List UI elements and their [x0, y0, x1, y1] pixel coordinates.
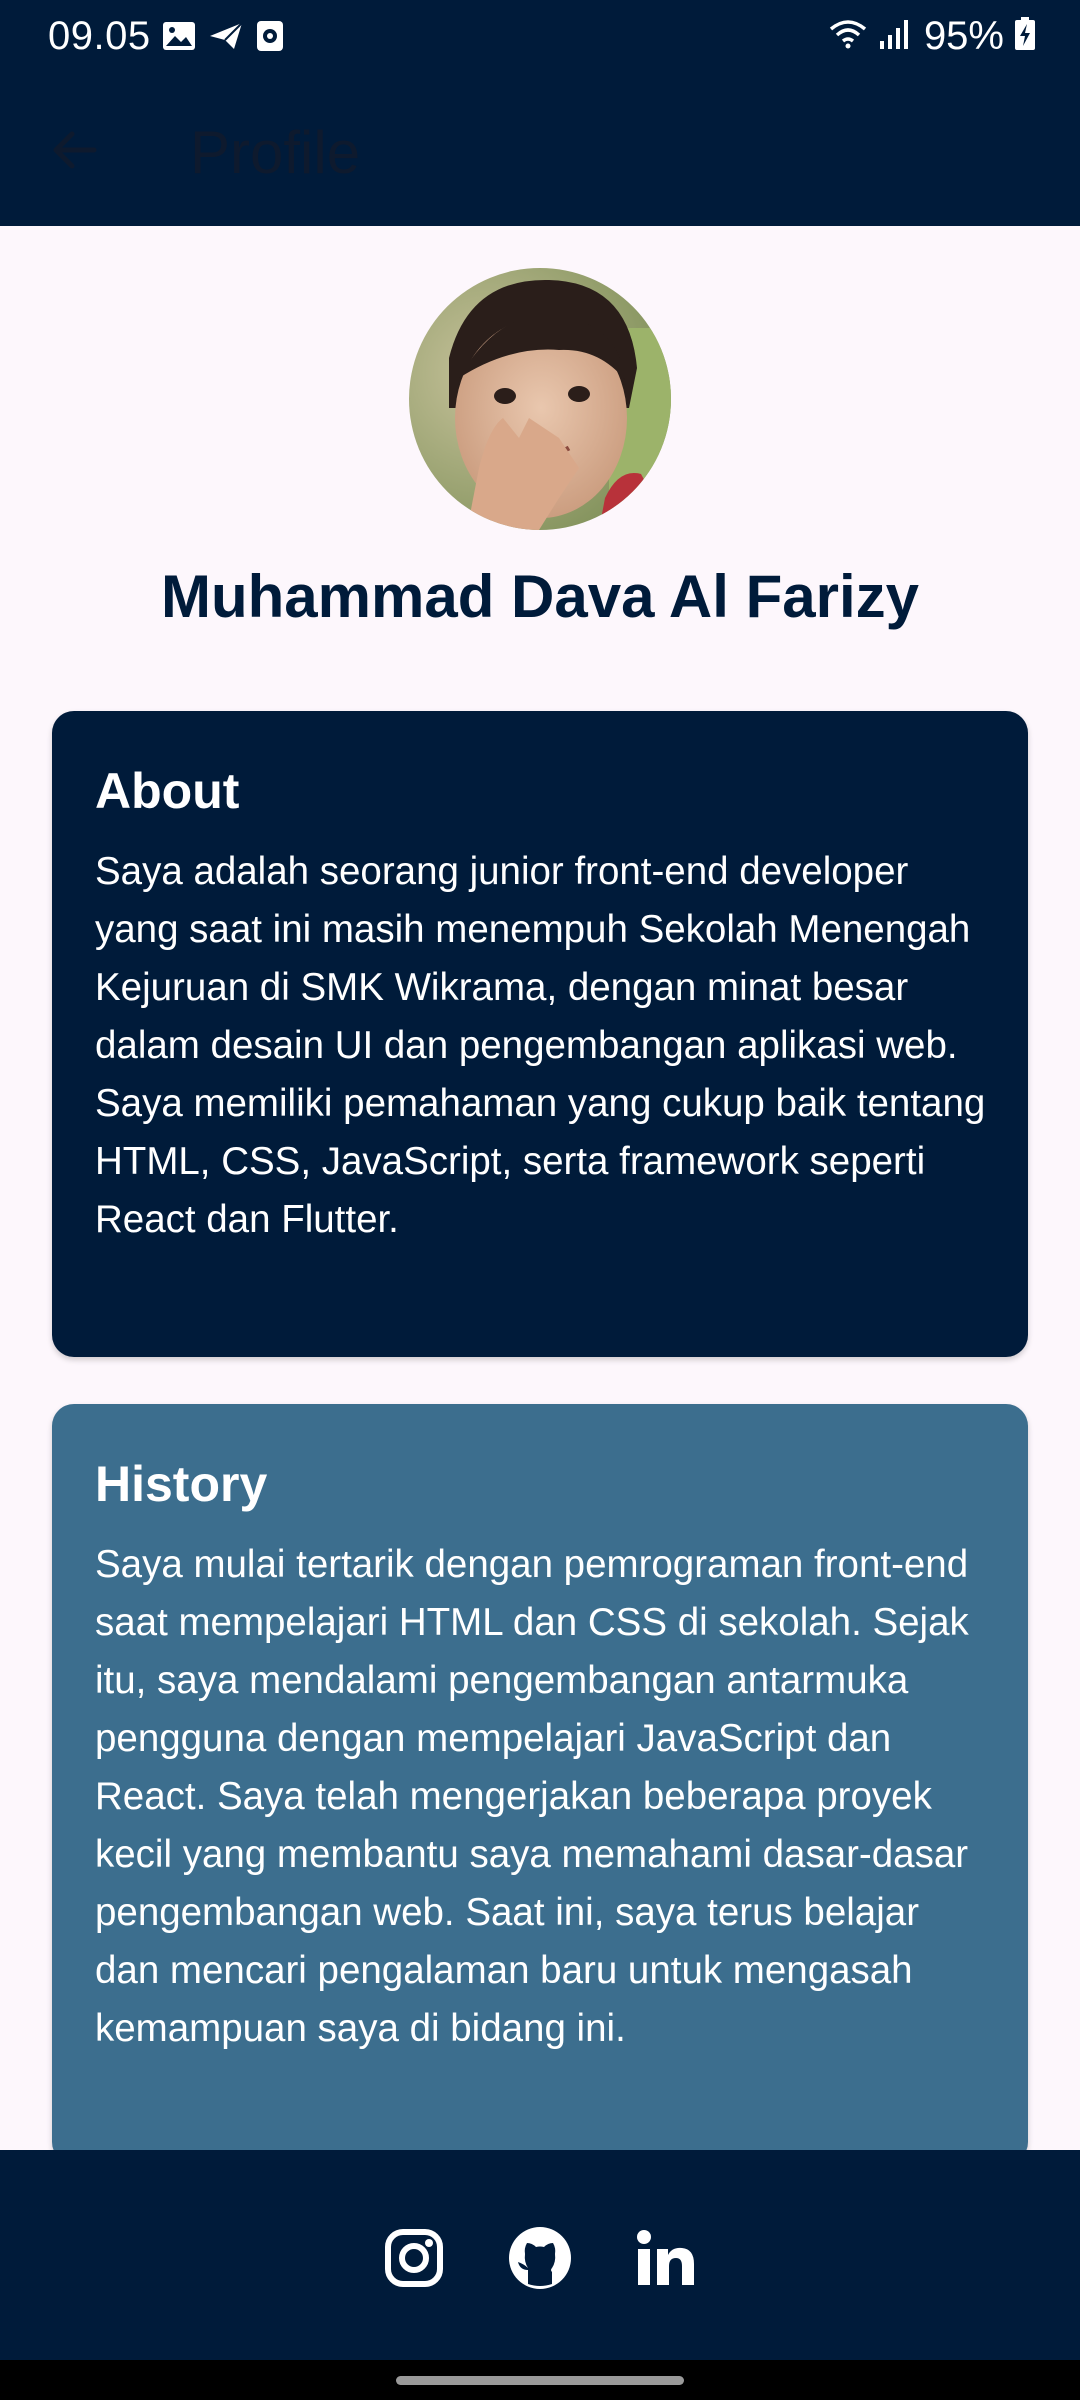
- system-navigation-bar: [0, 2360, 1080, 2400]
- instagram-icon: [384, 2228, 444, 2293]
- linkedin-icon: [635, 2227, 697, 2294]
- home-gesture-handle[interactable]: [396, 2376, 684, 2385]
- status-bar: 09.05 95%: [0, 0, 1080, 78]
- battery-percentage: 95%: [923, 14, 1004, 58]
- signal-icon: [878, 17, 914, 56]
- battery-charging-icon: [1014, 17, 1036, 56]
- github-icon: [508, 2226, 572, 2295]
- github-button[interactable]: [506, 2226, 574, 2294]
- app-bar: Profile: [0, 78, 1080, 226]
- profile-screen: 09.05 95% Profile Muhammad Dava Al Fariz…: [0, 0, 1080, 2400]
- page-title: Profile: [190, 119, 361, 186]
- about-title: About: [95, 763, 240, 819]
- linkedin-button[interactable]: [632, 2226, 700, 2294]
- history-body: Saya mulai tertarik dengan pemrograman f…: [95, 1543, 969, 2050]
- history-title: History: [95, 1456, 268, 1512]
- instagram-button[interactable]: [380, 2226, 448, 2294]
- status-system-icons: 95%: [828, 14, 1036, 59]
- about-card: About Saya adalah seorang junior front-e…: [52, 711, 1028, 1357]
- social-links-bar: [0, 2150, 1080, 2360]
- screen-record-icon: [256, 20, 284, 57]
- status-time: 09.05: [48, 14, 151, 58]
- history-card: History Saya mulai tertarik dengan pemro…: [52, 1404, 1028, 2164]
- arrow-back-icon: [50, 126, 98, 179]
- back-button[interactable]: [44, 122, 104, 182]
- avatar: [409, 268, 671, 530]
- gallery-icon: [162, 21, 196, 56]
- status-notification-icons: [162, 20, 284, 57]
- wifi-icon: [828, 17, 868, 56]
- profile-name: Muhammad Dava Al Farizy: [161, 563, 919, 630]
- about-body: Saya adalah seorang junior front-end dev…: [95, 850, 986, 1241]
- send-icon: [208, 21, 244, 56]
